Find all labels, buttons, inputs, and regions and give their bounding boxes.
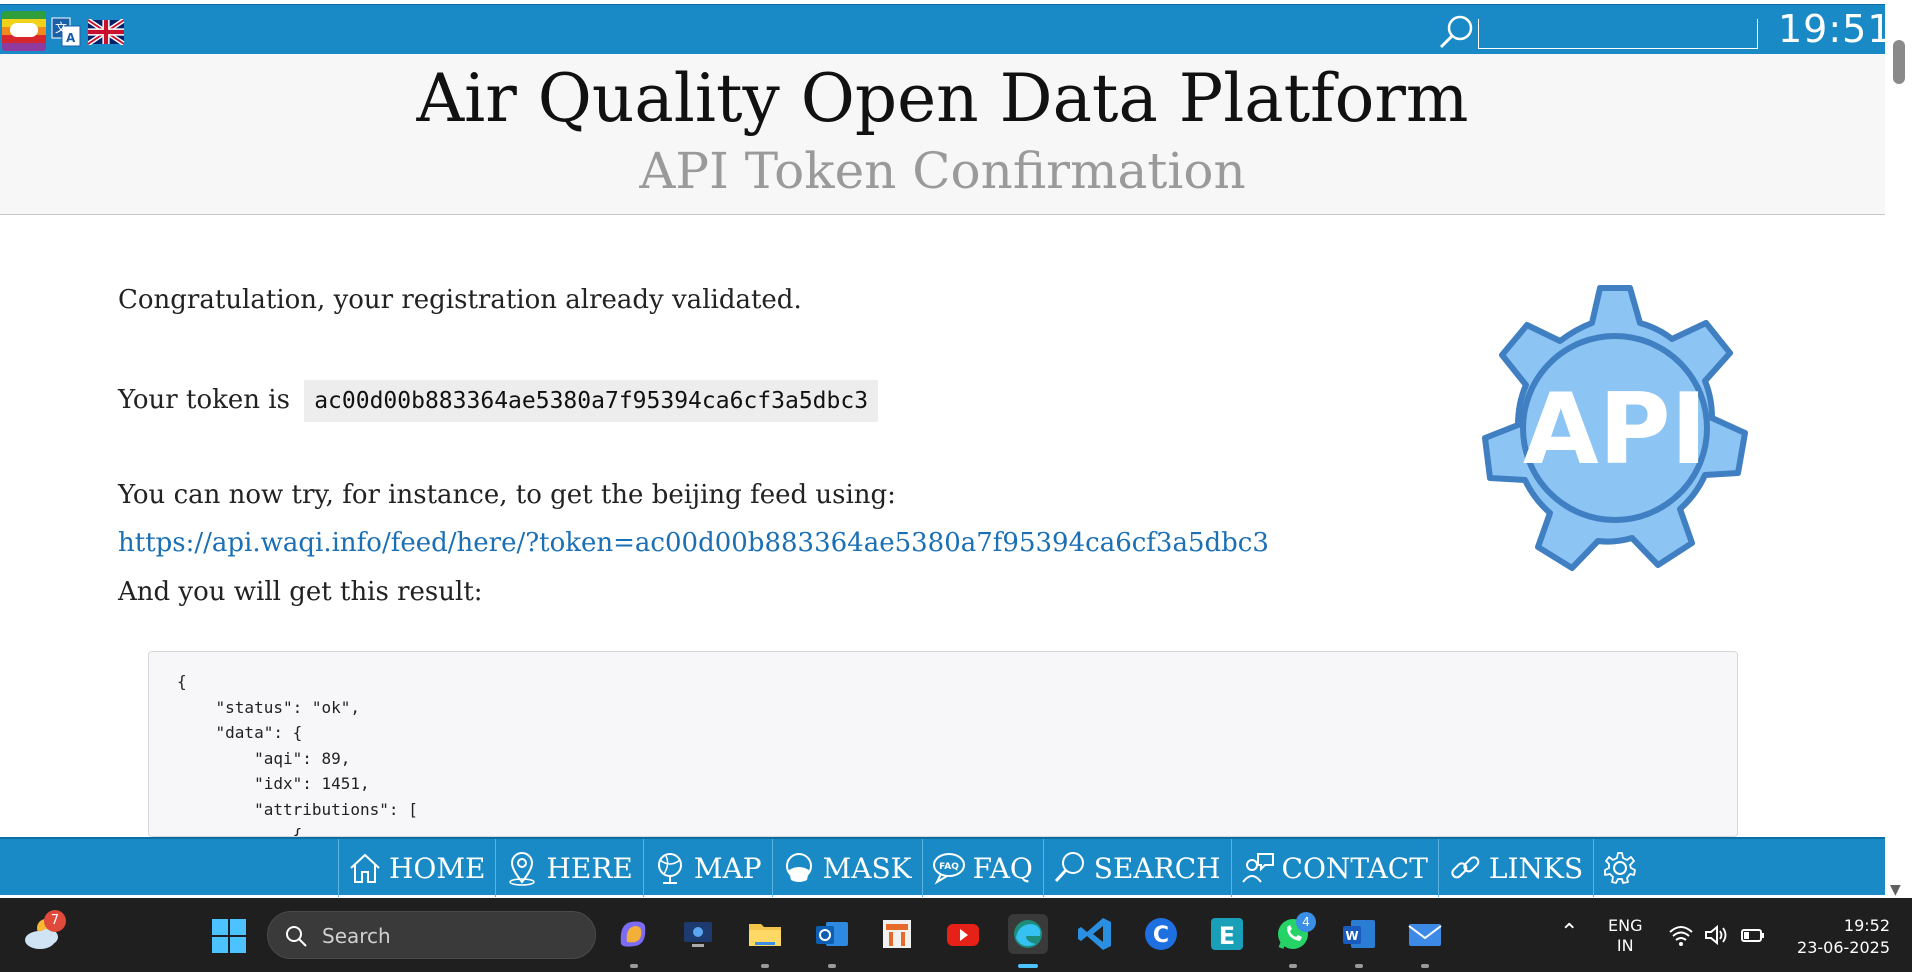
- weather-badge: 7: [44, 910, 66, 932]
- nav-home[interactable]: HOME: [338, 839, 495, 897]
- token-label: Your token is: [118, 385, 290, 415]
- home-icon: [350, 853, 380, 883]
- token-line: Your token is ac00d00b883364ae5380a7f953…: [118, 380, 879, 422]
- copilot-icon[interactable]: [613, 914, 653, 954]
- result-intro-text: And you will get this result:: [118, 577, 483, 607]
- search-icon: [286, 926, 307, 947]
- language-code: ENG: [1608, 916, 1643, 935]
- instruction-text: You can now try, for instance, to get th…: [118, 480, 896, 510]
- nav-search-label: SEARCH: [1093, 851, 1221, 885]
- show-hidden-icons-chevron-icon[interactable]: ⌃: [1560, 920, 1578, 945]
- search-icon: [1054, 852, 1084, 883]
- taskbar-search-label: Search: [322, 924, 391, 948]
- globe-icon: [657, 853, 682, 884]
- page-header: Air Quality Open Data Platform API Token…: [0, 54, 1885, 215]
- svg-text:FAQ: FAQ: [939, 862, 959, 872]
- volume-icon[interactable]: [1703, 922, 1729, 948]
- language-region: IN: [1616, 936, 1634, 955]
- edge-app-tile[interactable]: [1008, 914, 1048, 954]
- nav-settings[interactable]: [1593, 839, 1654, 897]
- scrollbar-thumb[interactable]: [1893, 40, 1905, 84]
- faq-icon: FAQ: [932, 853, 965, 885]
- page-title: Air Quality Open Data Platform: [416, 60, 1469, 137]
- svg-text:E: E: [1219, 922, 1235, 950]
- windows-start-icon[interactable]: [211, 918, 247, 954]
- app-icon[interactable]: [877, 914, 917, 954]
- bottom-navigation: HOME HERE MAP MASK FAQ FAQ SEARCH CONTAC…: [0, 837, 1885, 897]
- nav-mask-label: MASK: [822, 851, 912, 885]
- svg-text:API: API: [1523, 373, 1707, 487]
- nav-links[interactable]: LINKS: [1437, 839, 1593, 897]
- page-subtitle: API Token Confirmation: [639, 142, 1246, 200]
- scrollbar[interactable]: ▼: [1885, 28, 1912, 898]
- nav-links-label: LINKS: [1488, 851, 1584, 885]
- json-result-code: { "status": "ok", "data": { "aqi": 89, "…: [177, 672, 418, 837]
- top-bar: 文 A 19:51: [0, 4, 1892, 54]
- settings-gear-icon: [1604, 852, 1637, 884]
- windows-taskbar: 7 Search C E 4 W ⌃ ENG IN 19:52 23-06-20…: [0, 898, 1912, 972]
- language-indicator[interactable]: ENG IN: [1608, 916, 1642, 956]
- file-explorer-icon[interactable]: [745, 914, 785, 954]
- token-value[interactable]: ac00d00b883364ae5380a7f95394ca6cf3a5dbc3: [304, 380, 879, 422]
- wifi-icon[interactable]: [1668, 922, 1694, 948]
- nav-home-label: HOME: [389, 851, 486, 885]
- uk-flag-icon[interactable]: [88, 19, 124, 45]
- taskbar-search[interactable]: Search: [267, 911, 596, 959]
- svg-text:W: W: [1345, 929, 1358, 943]
- nav-map[interactable]: MAP: [642, 839, 772, 897]
- nav-faq-label: FAQ: [972, 851, 1033, 885]
- remote-desktop-icon[interactable]: [678, 914, 718, 954]
- youtube-icon[interactable]: [943, 914, 983, 954]
- e-app-icon[interactable]: E: [1207, 914, 1247, 954]
- location-pin-icon: [509, 852, 536, 886]
- nav-faq[interactable]: FAQ FAQ: [921, 839, 1043, 897]
- system-date: 23-06-2025: [1797, 938, 1890, 957]
- scroll-down-arrow-icon[interactable]: ▼: [1890, 882, 1901, 898]
- system-time: 19:52: [1843, 916, 1890, 935]
- search-icon[interactable]: [1436, 13, 1476, 53]
- system-clock[interactable]: 19:52 23-06-2025: [1770, 915, 1890, 959]
- clock: 19:51: [1778, 7, 1893, 51]
- json-result-box: { "status": "ok", "data": { "aqi": 89, "…: [148, 651, 1738, 837]
- search-input[interactable]: [1478, 19, 1758, 49]
- nav-here[interactable]: HERE: [495, 839, 642, 897]
- nav-contact[interactable]: CONTACT: [1230, 839, 1438, 897]
- nav-contact-label: CONTACT: [1281, 851, 1428, 885]
- translate-icon[interactable]: 文 A: [51, 17, 81, 47]
- outlook-icon[interactable]: [812, 914, 852, 954]
- contact-icon: [1241, 853, 1274, 883]
- edge-icon: [1014, 920, 1042, 948]
- aqicn-logo-icon[interactable]: [2, 11, 46, 51]
- battery-icon[interactable]: [1740, 922, 1766, 948]
- nav-search[interactable]: SEARCH: [1042, 839, 1231, 897]
- vscode-icon[interactable]: [1075, 914, 1115, 954]
- nav-map-label: MAP: [693, 851, 762, 885]
- mask-icon: [785, 853, 812, 882]
- api-gear-logo-icon: API: [1482, 285, 1748, 571]
- word-icon[interactable]: W: [1339, 914, 1379, 954]
- link-icon: [1451, 856, 1480, 879]
- svg-text:C: C: [1153, 923, 1169, 948]
- mail-icon[interactable]: [1405, 914, 1445, 954]
- whatsapp-badge: 4: [1296, 912, 1316, 932]
- nav-here-label: HERE: [546, 851, 633, 885]
- nav-mask[interactable]: MASK: [771, 839, 922, 897]
- api-feed-link[interactable]: https://api.waqi.info/feed/here/?token=a…: [118, 528, 1269, 558]
- validation-message: Congratulation, your registration alread…: [118, 285, 802, 315]
- svg-text:A: A: [66, 31, 76, 45]
- c-app-icon[interactable]: C: [1141, 914, 1181, 954]
